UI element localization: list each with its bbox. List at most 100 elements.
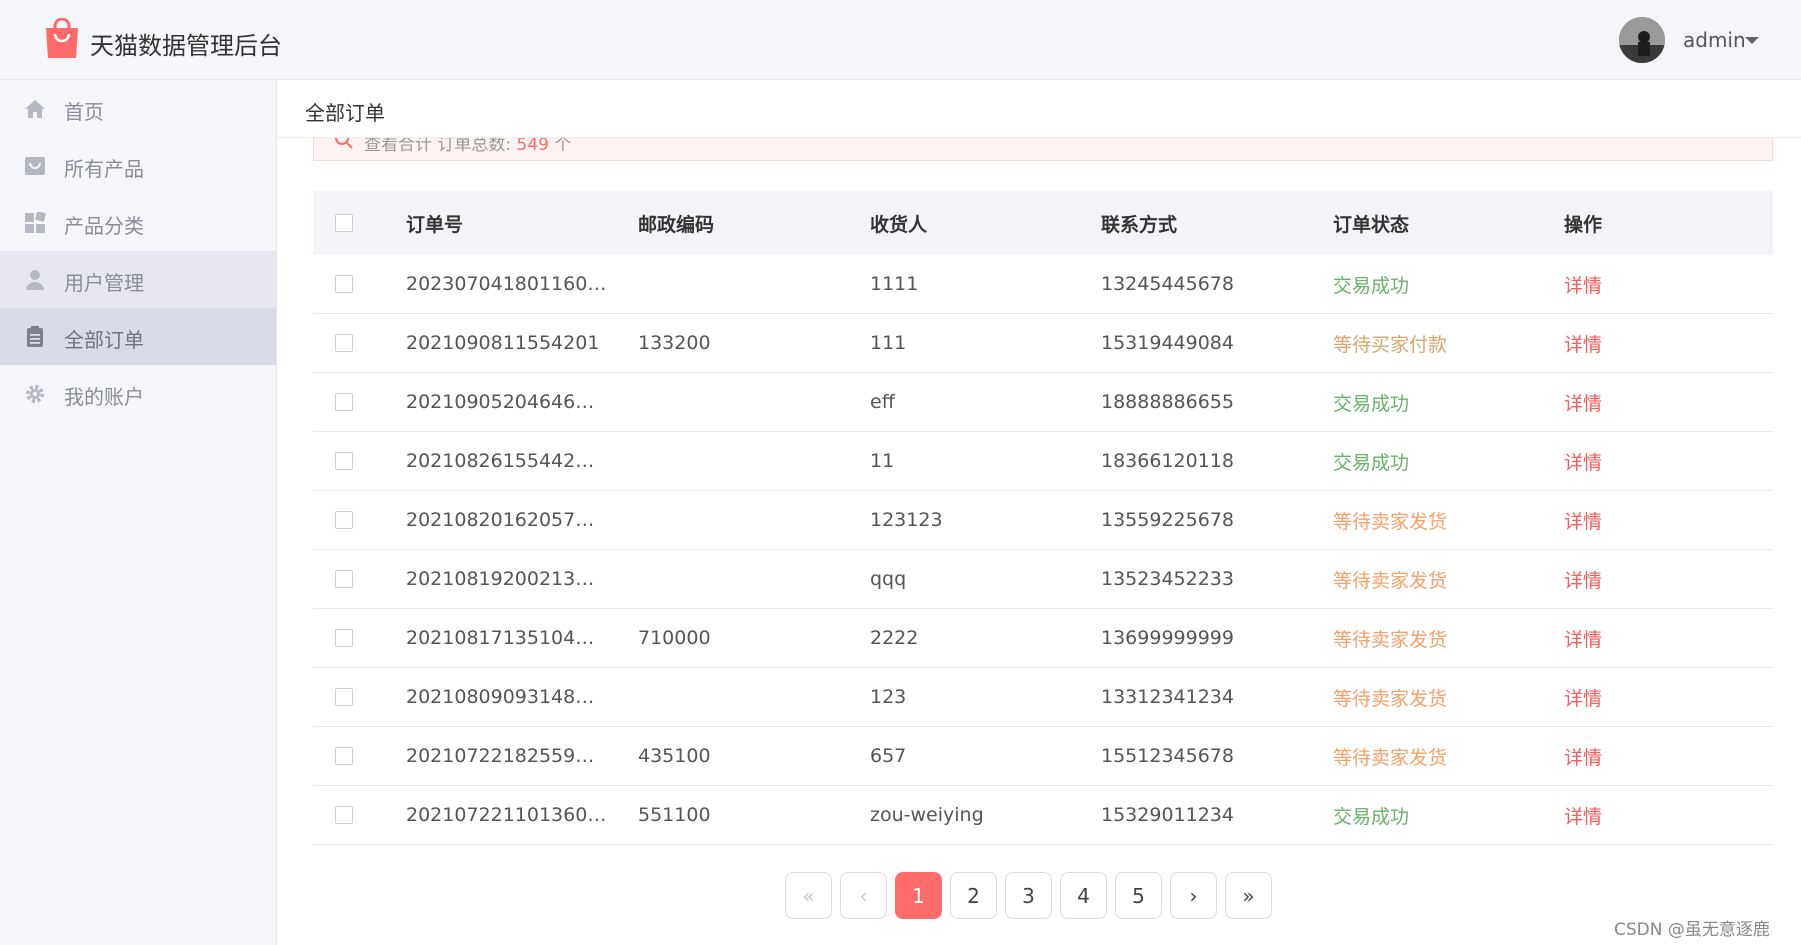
order-status: 等待卖家发货 [1333, 746, 1448, 769]
row-checkbox[interactable] [335, 806, 353, 824]
first-page-button[interactable]: « [785, 872, 832, 919]
zip-code: 551100 [638, 804, 711, 826]
page-title: 全部订单 [305, 101, 385, 125]
sidebar-item-label: 首页 [64, 100, 104, 124]
receiver: 111 [870, 332, 907, 354]
zip-code: 133200 [638, 332, 711, 354]
select-all-checkbox[interactable] [335, 214, 353, 232]
shopping-bag-icon [25, 157, 45, 175]
order-no: 20210819200213… [406, 568, 595, 590]
receiver: 1111 [870, 273, 919, 295]
receiver: zou-weiying [870, 804, 984, 826]
order-no: 20210809093148… [406, 686, 595, 708]
sidebar-item-label: 我的账户 [64, 385, 144, 409]
detail-link[interactable]: 详情 [1564, 550, 1602, 608]
detail-link[interactable]: 详情 [1564, 609, 1602, 667]
top-header: 天猫数据管理后台 admin [0, 0, 1801, 80]
page-button-2[interactable]: 2 [950, 872, 997, 919]
table-row: 202307041801160… 1111 13245445678 交易成功 详… [313, 255, 1773, 314]
page-button-5[interactable]: 5 [1115, 872, 1162, 919]
user-icon [26, 270, 44, 290]
phone: 15512345678 [1101, 745, 1234, 767]
order-status: 交易成功 [1333, 274, 1410, 297]
sidebar-item-account[interactable]: 我的账户 [0, 365, 276, 422]
row-checkbox[interactable] [335, 393, 353, 411]
content-header: 全部订单 [277, 80, 1801, 138]
page-button-3[interactable]: 3 [1005, 872, 1052, 919]
table-header: 订单号 邮政编码 收货人 联系方式 订单状态 操作 [313, 191, 1773, 255]
detail-link[interactable]: 详情 [1564, 432, 1602, 490]
row-checkbox[interactable] [335, 570, 353, 588]
last-page-button[interactable]: » [1225, 872, 1272, 919]
order-no: 20210817135104… [406, 627, 595, 649]
next-page-button[interactable]: › [1170, 872, 1217, 919]
row-checkbox[interactable] [335, 629, 353, 647]
order-status: 等待卖家发货 [1333, 687, 1448, 710]
header-order-no: 订单号 [406, 213, 464, 236]
order-status: 等待卖家发货 [1333, 510, 1448, 533]
sidebar-item-label: 产品分类 [64, 214, 144, 238]
header-status: 订单状态 [1333, 213, 1410, 236]
detail-link[interactable]: 详情 [1564, 491, 1602, 549]
grid-icon [25, 212, 46, 233]
receiver: 657 [870, 745, 907, 767]
clipboard-icon [27, 326, 43, 347]
table-row: 20210826155442… 11 18366120118 交易成功 详情 [313, 432, 1773, 491]
page-button-1[interactable]: 1 [895, 872, 942, 919]
home-icon [25, 100, 45, 118]
row-checkbox[interactable] [335, 747, 353, 765]
sidebar-item-orders[interactable]: 全部订单 [0, 308, 276, 365]
summary-suffix: 个 [549, 138, 572, 155]
summary-prefix: 查看合计 订单总数: [364, 138, 517, 155]
phone: 15319449084 [1101, 332, 1234, 354]
detail-link[interactable]: 详情 [1564, 727, 1602, 785]
table-row: 20210809093148… 123 13312341234 等待卖家发货 详… [313, 668, 1773, 727]
order-status: 交易成功 [1333, 392, 1410, 415]
zip-code: 435100 [638, 745, 711, 767]
detail-link[interactable]: 详情 [1564, 255, 1602, 313]
row-checkbox[interactable] [335, 452, 353, 470]
detail-link[interactable]: 详情 [1564, 314, 1602, 372]
sidebar-item-home[interactable]: 首页 [0, 80, 276, 137]
chevron-down-icon[interactable] [1745, 37, 1759, 44]
row-checkbox[interactable] [335, 688, 353, 706]
shopping-bag-logo-icon[interactable] [42, 18, 82, 60]
sidebar-item-label: 全部订单 [64, 328, 144, 352]
order-status: 等待买家付款 [1333, 333, 1448, 356]
sidebar-item-users[interactable]: 用户管理 [0, 251, 276, 308]
prev-page-button[interactable]: ‹ [840, 872, 887, 919]
row-checkbox[interactable] [335, 511, 353, 529]
phone: 18366120118 [1101, 450, 1234, 472]
detail-link[interactable]: 详情 [1564, 373, 1602, 431]
header-phone: 联系方式 [1101, 213, 1178, 236]
receiver: 2222 [870, 627, 919, 649]
order-no: 20210826155442… [406, 450, 595, 472]
order-status: 等待卖家发货 [1333, 628, 1448, 651]
phone: 13523452233 [1101, 568, 1234, 590]
sidebar: 首页 所有产品 产品分类 用户管理 全部订单 我的账户 [0, 80, 277, 945]
sidebar-item-products[interactable]: 所有产品 [0, 137, 276, 194]
order-status: 交易成功 [1333, 451, 1410, 474]
order-total-count: 549 [516, 138, 549, 155]
header-zip: 邮政编码 [638, 213, 715, 236]
table-row: 20210820162057… 123123 13559225678 等待卖家发… [313, 491, 1773, 550]
row-checkbox[interactable] [335, 334, 353, 352]
detail-link[interactable]: 详情 [1564, 668, 1602, 726]
summary-text: 查看合计 订单总数: 549 个 [364, 138, 571, 155]
watermark: CSDN @虽无意逐鹿 [1614, 920, 1770, 940]
order-no: 202307041801160… [406, 273, 607, 295]
header-receiver: 收货人 [870, 213, 928, 236]
avatar[interactable] [1619, 17, 1665, 63]
phone: 13559225678 [1101, 509, 1234, 531]
sidebar-item-categories[interactable]: 产品分类 [0, 194, 276, 251]
user-name[interactable]: admin [1683, 28, 1746, 52]
row-checkbox[interactable] [335, 275, 353, 293]
receiver: eff [870, 391, 895, 413]
gear-icon [26, 385, 44, 403]
order-no: 20210905204646… [406, 391, 595, 413]
detail-link[interactable]: 详情 [1564, 786, 1602, 844]
table-row: 20210817135104… 710000 2222 13699999999 … [313, 609, 1773, 668]
table-row: 20210905204646… eff 18888886655 交易成功 详情 [313, 373, 1773, 432]
page-button-4[interactable]: 4 [1060, 872, 1107, 919]
receiver: qqq [870, 568, 907, 590]
